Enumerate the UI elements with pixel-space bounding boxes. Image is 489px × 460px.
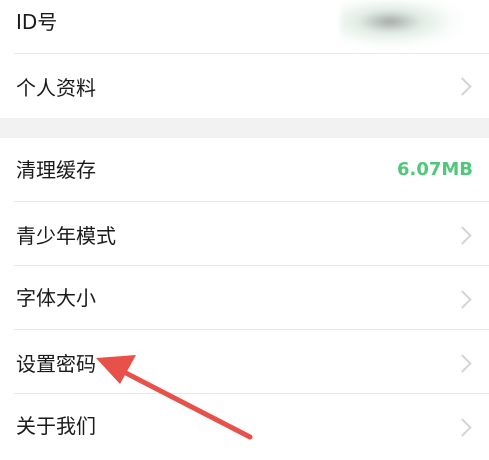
settings-screen: ID号 个人资料 清理缓存 6.07MB 青少年模式 字体大小 设置密码 关于我… [0,0,489,460]
section-gap [0,118,489,138]
settings-row-profile[interactable]: 个人资料 [0,54,489,118]
settings-row-about-us[interactable]: 关于我们 [0,394,489,460]
settings-row-font-size[interactable]: 字体大小 [0,266,489,330]
settings-row-font-size-label: 字体大小 [16,286,96,310]
settings-row-profile-label: 个人资料 [16,76,96,100]
settings-row-teen-mode[interactable]: 青少年模式 [0,202,489,266]
chevron-right-icon [453,418,472,437]
settings-row-clear-cache-label: 清理缓存 [16,158,96,182]
settings-row-id: ID号 [0,0,489,54]
chevron-right-icon [453,290,472,309]
chevron-right-icon [453,354,472,373]
cache-size-value: 6.07MB [396,159,473,180]
settings-row-id-label: ID号 [16,10,58,34]
chevron-right-icon [453,226,472,245]
settings-row-set-password[interactable]: 设置密码 [0,330,489,394]
settings-row-teen-mode-label: 青少年模式 [16,224,116,248]
settings-row-about-us-label: 关于我们 [16,414,96,438]
settings-row-clear-cache[interactable]: 清理缓存 6.07MB [0,138,489,202]
blurred-id-value [340,0,465,48]
settings-row-set-password-label: 设置密码 [16,352,96,376]
chevron-right-icon [453,77,472,96]
